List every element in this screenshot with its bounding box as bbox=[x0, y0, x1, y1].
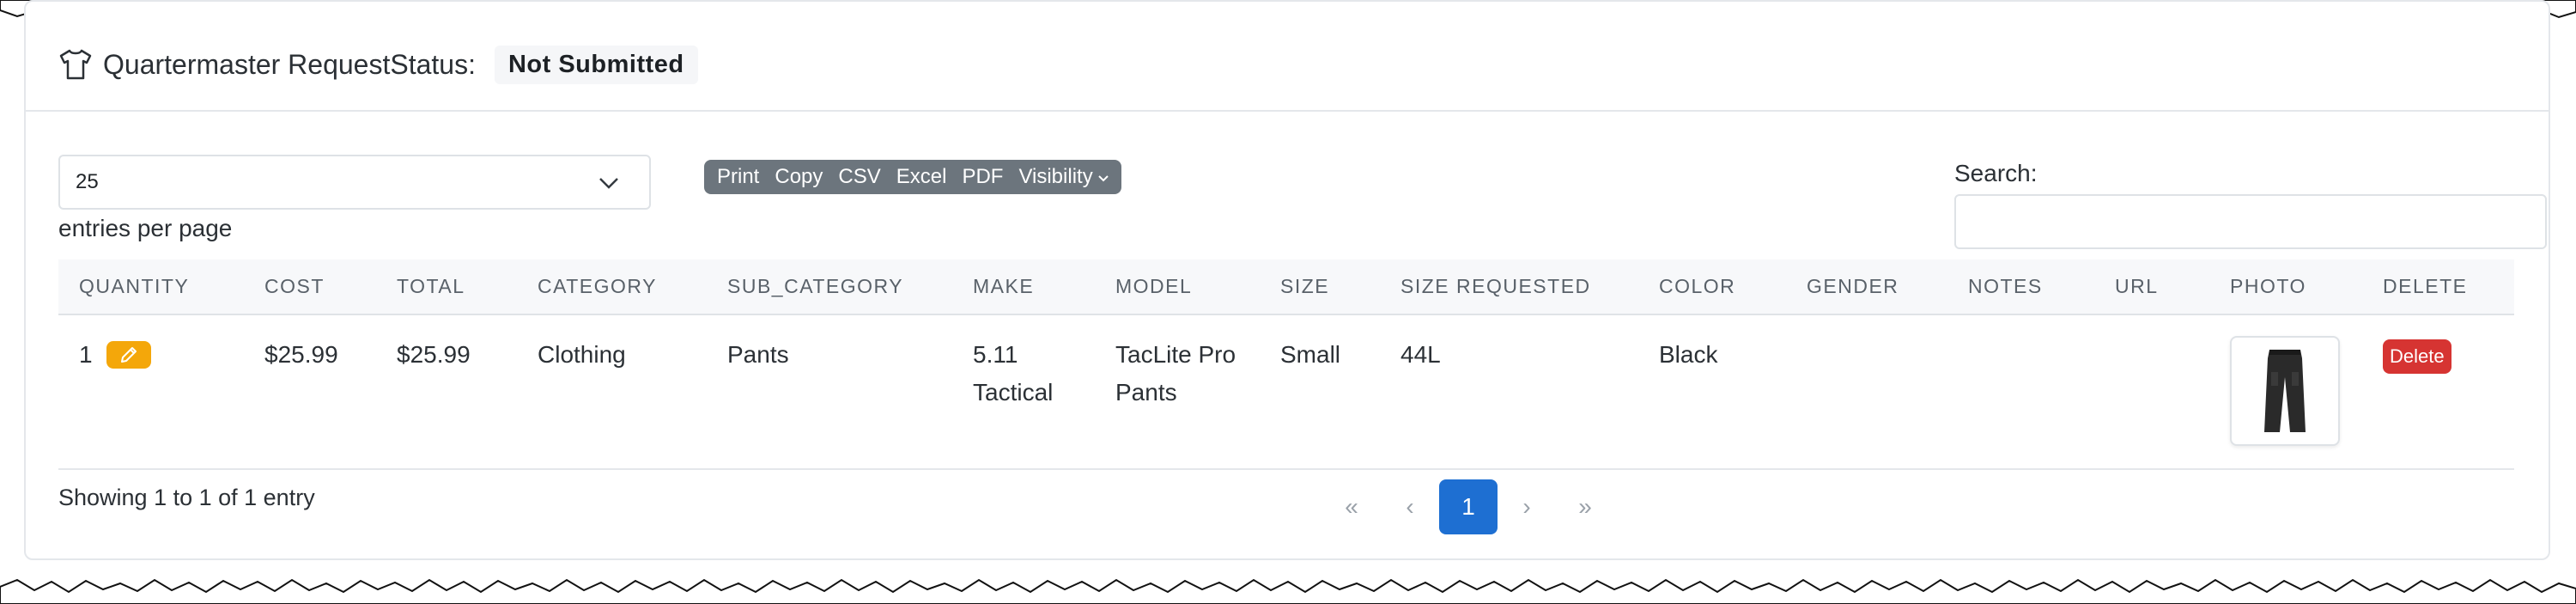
column-header-total[interactable]: TOTAL bbox=[376, 259, 517, 315]
black-pants-photo[interactable] bbox=[2230, 336, 2340, 446]
gender-cell bbox=[1786, 314, 1947, 470]
sub-category-cell: Pants bbox=[707, 314, 952, 470]
make-line-1: 5.11 bbox=[973, 341, 1018, 368]
visibility-label: Visibility bbox=[1018, 165, 1093, 188]
column-header-gender[interactable]: GENDER bbox=[1786, 259, 1947, 315]
search-label: Search: bbox=[1954, 160, 2038, 186]
quantity-cell: 1 bbox=[58, 314, 244, 470]
model-cell: TacLite Pro Pants bbox=[1095, 314, 1260, 470]
notes-cell bbox=[1947, 314, 2094, 470]
previous-page-button[interactable]: ‹ bbox=[1381, 479, 1439, 534]
edit-quantity-button[interactable] bbox=[106, 341, 151, 369]
page-title: Quartermaster RequestStatus: bbox=[103, 48, 476, 80]
pencil-icon bbox=[120, 347, 137, 363]
column-header-quantity[interactable]: QUANTITY bbox=[58, 259, 244, 315]
total-cell: $25.99 bbox=[376, 314, 517, 470]
make-line-2: Tactical bbox=[973, 379, 1054, 406]
tshirt-icon bbox=[58, 47, 93, 82]
export-button-group: Print Copy CSV Excel PDF Visibility bbox=[704, 160, 1121, 194]
current-page-button[interactable]: 1 bbox=[1439, 479, 1498, 534]
caret-down-icon bbox=[1097, 171, 1109, 185]
csv-button[interactable]: CSV bbox=[830, 165, 888, 189]
visibility-button[interactable]: Visibility bbox=[1011, 165, 1115, 189]
copy-button[interactable]: Copy bbox=[767, 165, 830, 189]
pdf-button[interactable]: PDF bbox=[954, 165, 1011, 189]
entries-per-page-label: entries per page bbox=[58, 215, 233, 241]
entries-select-value: 25 bbox=[76, 170, 99, 193]
column-header-cost[interactable]: COST bbox=[244, 259, 376, 315]
column-header-category[interactable]: CATEGORY bbox=[517, 259, 707, 315]
status-badge: Not Submitted bbox=[494, 45, 698, 84]
model-line-2: Pants bbox=[1115, 379, 1177, 406]
make-cell: 5.11 Tactical bbox=[952, 314, 1095, 470]
next-page-button[interactable]: › bbox=[1498, 479, 1556, 534]
table-row: 1 $25.99 $25.99 Clothing Pants 5.11 Tacti… bbox=[58, 314, 2514, 470]
search-input[interactable] bbox=[1954, 194, 2547, 249]
quantity-value: 1 bbox=[79, 341, 93, 368]
request-table: QUANTITY COST TOTAL CATEGORY SUB_CATEGOR… bbox=[58, 259, 2514, 470]
url-cell bbox=[2094, 314, 2209, 470]
category-cell: Clothing bbox=[517, 314, 707, 470]
table-info: Showing 1 to 1 of 1 entry bbox=[58, 485, 315, 510]
table-toolbar: 25 entries per page Print Copy CSV Excel… bbox=[58, 155, 2547, 258]
first-page-button[interactable]: « bbox=[1322, 479, 1381, 534]
color-cell: Black bbox=[1638, 314, 1786, 470]
size-requested-cell: 44L bbox=[1380, 314, 1638, 470]
pagination: « ‹ 1 › » bbox=[1322, 479, 1614, 534]
torn-edge-bottom bbox=[0, 578, 2576, 604]
column-header-photo[interactable]: PHOTO bbox=[2209, 259, 2362, 315]
size-cell: Small bbox=[1260, 314, 1380, 470]
table-header-row: QUANTITY COST TOTAL CATEGORY SUB_CATEGOR… bbox=[58, 259, 2514, 315]
column-header-model[interactable]: MODEL bbox=[1095, 259, 1260, 315]
print-button[interactable]: Print bbox=[709, 165, 767, 189]
request-card: Quartermaster RequestStatus: Not Submitt… bbox=[24, 0, 2550, 560]
column-header-size-requested[interactable]: SIZE REQUESTED bbox=[1380, 259, 1638, 315]
column-header-notes[interactable]: NOTES bbox=[1947, 259, 2094, 315]
model-line-1: TacLite Pro bbox=[1115, 341, 1236, 368]
card-header: Quartermaster RequestStatus: Not Submitt… bbox=[26, 2, 2549, 112]
chevron-down-icon bbox=[598, 172, 620, 196]
column-header-delete[interactable]: DELETE bbox=[2362, 259, 2514, 315]
column-header-make[interactable]: MAKE bbox=[952, 259, 1095, 315]
column-header-sub-category[interactable]: SUB_CATEGORY bbox=[707, 259, 952, 315]
delete-button[interactable]: Delete bbox=[2383, 339, 2451, 374]
last-page-button[interactable]: » bbox=[1556, 479, 1614, 534]
cost-cell: $25.99 bbox=[244, 314, 376, 470]
excel-button[interactable]: Excel bbox=[889, 165, 955, 189]
column-header-color[interactable]: COLOR bbox=[1638, 259, 1786, 315]
entries-per-page-select[interactable]: 25 bbox=[58, 155, 651, 210]
photo-cell bbox=[2209, 314, 2362, 470]
delete-cell: Delete bbox=[2362, 314, 2514, 470]
column-header-size[interactable]: SIZE bbox=[1260, 259, 1380, 315]
column-header-url[interactable]: URL bbox=[2094, 259, 2209, 315]
